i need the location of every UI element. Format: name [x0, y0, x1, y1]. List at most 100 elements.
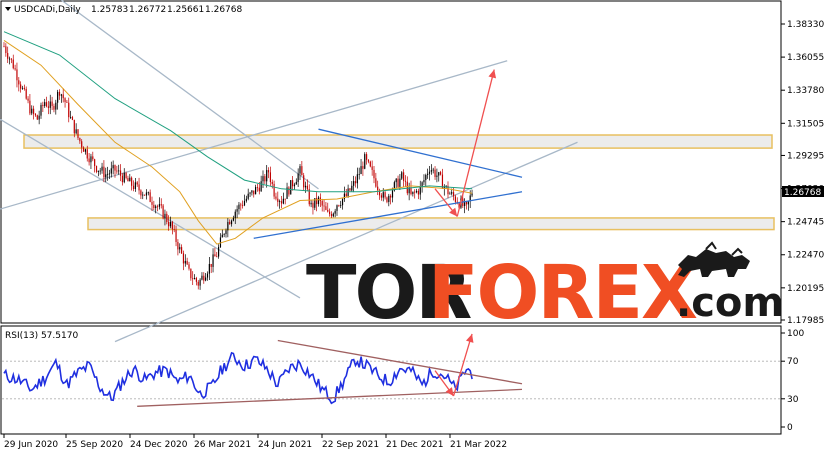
- candle-body: [190, 268, 192, 279]
- candle-body: [5, 46, 7, 54]
- candle-body: [31, 108, 33, 114]
- candle-body: [182, 253, 185, 264]
- torforex-watermark: TOR FOREX .com: [306, 241, 784, 336]
- candle-body: [192, 278, 194, 280]
- candle-body: [103, 166, 105, 178]
- candle-body: [258, 187, 260, 192]
- watermark-com: .com: [676, 280, 784, 326]
- candle-body: [210, 263, 212, 267]
- candle-body: [162, 205, 164, 219]
- candle-body: [208, 263, 210, 274]
- candle-body: [36, 115, 38, 120]
- candle-body: [123, 172, 125, 183]
- candle-body: [465, 201, 468, 205]
- candle-body: [205, 277, 207, 281]
- candle-body: [145, 192, 148, 196]
- candle-body: [88, 158, 90, 163]
- candle-body: [40, 104, 42, 116]
- candle-body: [471, 193, 473, 196]
- candle-body: [256, 187, 259, 188]
- candle-body: [108, 173, 111, 175]
- candle-body: [153, 204, 155, 208]
- candle-body: [264, 176, 266, 182]
- candle-body: [284, 198, 286, 200]
- date-tick-label: 25 Sep 2020: [66, 440, 123, 450]
- candle-body: [195, 278, 197, 282]
- candle-body: [42, 104, 44, 106]
- candle-body: [243, 200, 246, 206]
- candle-body: [369, 161, 371, 167]
- date-tick-label: 29 Jun 2020: [4, 440, 58, 450]
- close-value: 1.26768: [205, 5, 242, 15]
- candle-body: [212, 254, 214, 267]
- candle-body: [269, 172, 271, 183]
- candle-body: [390, 195, 392, 198]
- candle-body: [358, 174, 360, 175]
- candle-body: [436, 175, 438, 177]
- candle-body: [45, 102, 48, 107]
- candle-body: [242, 204, 244, 206]
- candle-body: [397, 178, 399, 187]
- candle-body: [334, 210, 336, 214]
- candle-body: [303, 175, 305, 188]
- candle-body: [44, 102, 46, 106]
- candle-body: [360, 166, 362, 175]
- candle-body: [160, 204, 162, 206]
- candle-body: [230, 220, 233, 225]
- candle-body: [364, 154, 366, 169]
- candle-body: [403, 172, 405, 181]
- candle-body: [47, 106, 49, 108]
- candle-body: [158, 204, 160, 207]
- candle-body: [375, 178, 377, 187]
- candle-body: [266, 170, 268, 182]
- candle-body: [452, 192, 455, 197]
- candle-body: [299, 166, 301, 174]
- price-tick-label: 1.17985: [787, 316, 824, 326]
- candle-body: [114, 165, 116, 171]
- candle-body: [219, 237, 222, 247]
- candle-body: [419, 186, 421, 195]
- candle-body: [371, 166, 373, 170]
- candle-body: [131, 177, 133, 186]
- candle-body: [53, 105, 55, 110]
- candle-body: [292, 180, 294, 187]
- candle-body: [386, 197, 388, 202]
- open-value: 1.25783: [91, 5, 128, 15]
- candle-body: [223, 233, 225, 235]
- candle-body: [336, 205, 338, 211]
- candle-body: [8, 58, 11, 60]
- candle-body: [107, 173, 109, 175]
- candle-body: [338, 205, 340, 207]
- candle-body: [240, 204, 242, 206]
- candle-body: [467, 201, 469, 205]
- candle-body: [247, 193, 249, 199]
- candle-body: [340, 205, 342, 206]
- candle-body: [415, 190, 418, 193]
- rsi-tick-label: 100: [787, 329, 804, 339]
- candle-body: [414, 191, 416, 193]
- candle-body: [421, 182, 423, 187]
- candle-body: [142, 194, 144, 196]
- candle-body: [301, 166, 303, 176]
- candle-body: [134, 182, 136, 190]
- candle-body: [193, 278, 196, 280]
- candle-body: [249, 192, 251, 194]
- rsi-panel-frame: [0, 325, 782, 435]
- candle-body: [7, 53, 9, 59]
- chart-canvas: 1.383301.360551.337801.315051.292951.270…: [0, 0, 824, 450]
- candle-body: [432, 169, 434, 171]
- candle-body: [316, 198, 318, 205]
- candle-body: [310, 202, 312, 205]
- candle-body: [119, 170, 122, 176]
- candle-body: [175, 229, 177, 242]
- candle-body: [18, 80, 20, 85]
- candle-body: [66, 101, 68, 103]
- candle-body: [451, 192, 453, 194]
- candle-body: [151, 201, 153, 205]
- candle-body: [118, 170, 120, 172]
- candle-body: [434, 169, 436, 177]
- candle-body: [127, 178, 129, 182]
- candle-body: [290, 180, 292, 195]
- resistance-zone: [23, 134, 773, 149]
- candle-body: [112, 165, 114, 169]
